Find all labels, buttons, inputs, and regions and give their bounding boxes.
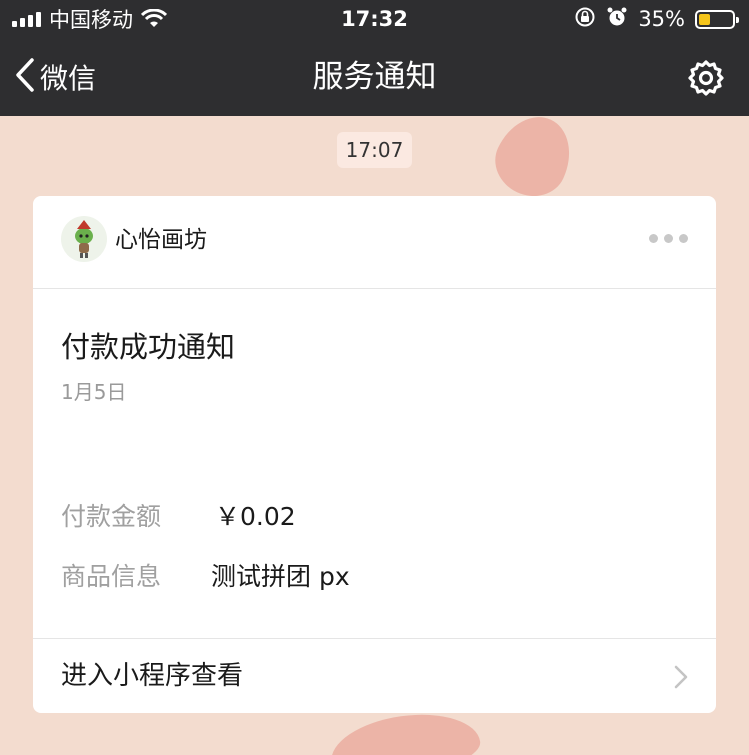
more-dot [664,234,673,243]
product-info-row: 商品信息 测试拼团 px [61,557,350,593]
notification-card[interactable]: 心怡画坊 付款成功通知 1月5日 付款金额 ￥0.02 商品信息 测试拼团 px… [33,196,716,713]
orientation-lock-icon [574,6,596,32]
more-dot [679,234,688,243]
battery-level-fill [699,13,711,25]
footer-link-label: 进入小程序查看 [61,661,244,691]
row-value: ￥0.02 [215,502,296,531]
row-label: 商品信息 [61,562,162,591]
avatar[interactable] [61,216,107,262]
status-bar: 中国移动 17:32 35% [0,0,749,38]
card-header: 心怡画坊 [33,196,716,289]
background-petal [484,104,584,208]
row-value: 测试拼团 px [211,562,350,591]
alarm-icon [606,6,628,32]
gear-icon [688,60,724,96]
open-mini-program-link[interactable]: 进入小程序查看 [33,638,716,713]
sender-name: 心怡画坊 [115,227,207,253]
more-options-button[interactable] [649,234,688,243]
row-label: 付款金额 [61,502,162,531]
nav-bar: 微信 服务通知 [0,38,749,116]
battery-percent: 35% [638,7,685,31]
notice-title: 付款成功通知 [61,330,236,364]
status-right: 35% [574,0,739,38]
battery-icon [695,9,739,29]
background-petal [326,705,484,755]
settings-button[interactable] [687,59,725,97]
message-timestamp: 17:07 [337,132,412,168]
notice-date: 1月5日 [61,380,127,404]
payment-amount-row: 付款金额 ￥0.02 [61,497,296,533]
page-title: 服务通知 [312,59,437,95]
more-dot [649,234,658,243]
chevron-right-icon [674,665,688,689]
